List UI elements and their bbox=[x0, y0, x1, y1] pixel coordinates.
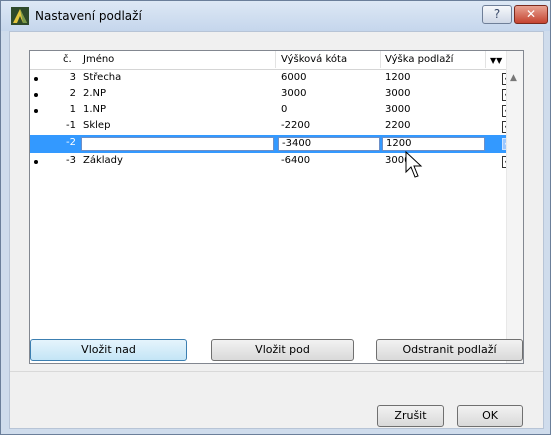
bullet-icon bbox=[34, 77, 38, 81]
insert-above-button[interactable]: Vložit nad bbox=[30, 339, 187, 361]
col-separator[interactable] bbox=[275, 51, 276, 68]
row-elevation[interactable]: 0 bbox=[281, 104, 287, 115]
row-number: 2 bbox=[69, 88, 76, 99]
table-row-selected[interactable]: -2 -3400 1200 ✓ bbox=[30, 135, 514, 153]
dialog-window: Nastavení podlaží ? ✕ č. Jméno Výšková k… bbox=[0, 0, 551, 435]
row-number: 1 bbox=[69, 104, 76, 115]
remove-story-button[interactable]: Odstranit podlaží bbox=[376, 339, 523, 361]
row-height[interactable]: 3000 bbox=[385, 88, 410, 99]
row-number: -2 bbox=[66, 137, 76, 148]
height-edit-field[interactable]: 1200 bbox=[382, 137, 485, 151]
bullet-icon bbox=[34, 109, 38, 113]
ok-button[interactable]: OK bbox=[457, 405, 523, 427]
col-show-toggle[interactable]: ▼▼ bbox=[490, 56, 502, 65]
table-header: č. Jméno Výšková kóta Výška podlaží ▼▼ bbox=[30, 51, 506, 70]
help-button[interactable]: ? bbox=[482, 5, 512, 24]
row-name[interactable]: 2.NP bbox=[83, 88, 106, 99]
bullet-icon bbox=[34, 93, 38, 97]
archicad-icon bbox=[11, 7, 29, 25]
insert-below-button[interactable]: Vložit pod bbox=[211, 339, 354, 361]
elevation-edit-field[interactable]: -3400 bbox=[278, 137, 380, 151]
table-row[interactable]: 2 2.NP 3000 3000 ✓ bbox=[30, 87, 514, 103]
col-elevation[interactable]: Výšková kóta bbox=[281, 54, 347, 65]
window-title: Nastavení podlaží bbox=[35, 9, 142, 23]
close-button[interactable]: ✕ bbox=[514, 5, 548, 24]
row-name[interactable]: 1.NP bbox=[83, 104, 106, 115]
col-name[interactable]: Jméno bbox=[83, 54, 114, 65]
row-name[interactable]: Základy bbox=[83, 155, 123, 166]
scroll-up-icon[interactable]: ▲ bbox=[510, 73, 517, 83]
title-bar[interactable]: Nastavení podlaží ? ✕ bbox=[1, 1, 550, 31]
row-elevation[interactable]: -2200 bbox=[281, 120, 310, 131]
vertical-scrollbar[interactable]: ▲ ▼ bbox=[506, 51, 523, 363]
row-elevation[interactable]: 6000 bbox=[281, 72, 306, 83]
row-number: -3 bbox=[66, 155, 76, 166]
row-number: -1 bbox=[66, 120, 76, 131]
bullet-icon bbox=[34, 160, 38, 164]
row-name[interactable]: Střecha bbox=[83, 72, 121, 83]
table-row[interactable]: 1 1.NP 0 3000 ✓ bbox=[30, 103, 514, 119]
mouse-pointer-icon bbox=[405, 151, 423, 178]
table-row[interactable]: 3 Střecha 6000 1200 ✓ bbox=[30, 71, 514, 87]
col-number[interactable]: č. bbox=[63, 54, 72, 65]
row-elevation[interactable]: -6400 bbox=[281, 155, 310, 166]
col-height[interactable]: Výška podlaží bbox=[385, 54, 453, 65]
row-height[interactable]: 2200 bbox=[385, 120, 410, 131]
story-table[interactable]: č. Jméno Výšková kóta Výška podlaží ▼▼ 3… bbox=[29, 50, 524, 364]
table-row[interactable]: -1 Sklep -2200 2200 ✓ bbox=[30, 119, 514, 135]
row-number: 3 bbox=[69, 72, 76, 83]
col-separator[interactable] bbox=[485, 51, 486, 68]
row-name[interactable]: Sklep bbox=[83, 120, 110, 131]
divider bbox=[10, 371, 543, 372]
dialog-client: č. Jméno Výšková kóta Výška podlaží ▼▼ 3… bbox=[9, 31, 544, 429]
col-separator[interactable] bbox=[380, 51, 381, 68]
table-row[interactable]: -3 Základy -6400 3000 ✓ bbox=[30, 154, 514, 170]
name-edit-field[interactable] bbox=[81, 137, 274, 151]
row-elevation[interactable]: 3000 bbox=[281, 88, 306, 99]
row-height[interactable]: 3000 bbox=[385, 104, 410, 115]
cancel-button[interactable]: Zrušit bbox=[377, 405, 444, 427]
row-height[interactable]: 1200 bbox=[385, 72, 410, 83]
